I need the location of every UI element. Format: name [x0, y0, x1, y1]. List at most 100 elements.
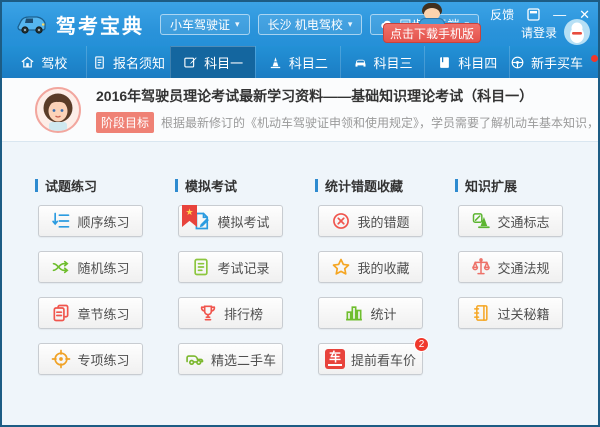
button-label: 专项练习: [77, 352, 130, 368]
star-outline-icon: [333, 258, 350, 275]
section-title: 知识扩展: [465, 179, 518, 194]
notification-count-badge: 2: [414, 337, 429, 352]
feedback-link[interactable]: 反馈: [490, 6, 514, 23]
book-icon: [440, 56, 450, 68]
section-title: 模拟考试: [185, 179, 238, 194]
teacher-avatar: [35, 86, 81, 133]
ordered-list-icon: [52, 212, 70, 228]
steering-wheel-icon: [511, 56, 524, 68]
section-accent-bar: [315, 179, 318, 192]
tab-label: 科目四: [458, 55, 498, 71]
mock-exam-button[interactable]: ★ 模拟考试: [178, 205, 283, 237]
car-icon: [355, 59, 366, 67]
chevron-down-icon: ▾: [347, 18, 353, 29]
target-icon: [52, 349, 71, 369]
button-label: 统计: [370, 306, 397, 322]
tab-label: 新手买车: [531, 55, 584, 71]
my-favorites-button[interactable]: 我的收藏: [318, 251, 423, 283]
document-icon: [95, 55, 104, 69]
button-label: 考试记录: [217, 260, 270, 276]
car-price-icon: 车: [324, 349, 345, 369]
traffic-signs-button[interactable]: 交通标志: [458, 205, 563, 237]
home-icon: [21, 56, 34, 67]
section-knowledge: 知识扩展 交通标志 交通法规 过关秘籍: [455, 176, 563, 425]
traffic-cone-icon: [270, 56, 281, 68]
section-stats-favorites: 统计错题收藏 我的错题 我的收藏 统计 2 车 提前看车价: [315, 176, 429, 425]
tab-xinshou-maiche[interactable]: 新手买车: [509, 46, 598, 78]
traffic-sign-icon: [473, 213, 491, 229]
license-type-dropdown[interactable]: 小车驾驶证 ▾: [160, 13, 250, 35]
tab-kemu4[interactable]: 科目四: [424, 46, 509, 78]
secret-book-icon: [474, 305, 489, 321]
record-doc-icon: [194, 258, 209, 276]
login-area: 请登录: [521, 19, 590, 45]
qq-penguin-avatar[interactable]: [564, 19, 590, 45]
tab-kemu3[interactable]: 科目三: [339, 46, 425, 78]
copy-pages-icon: [53, 304, 69, 322]
my-mistakes-button[interactable]: 我的错题: [318, 205, 423, 237]
section-title: 统计错题收藏: [325, 179, 404, 194]
scales-icon: [472, 258, 491, 275]
button-label: 排行榜: [223, 306, 263, 322]
edit-icon: [184, 56, 197, 67]
ordered-practice-button[interactable]: 顺序练习: [38, 205, 143, 237]
bar-chart-icon: [346, 306, 363, 321]
chevron-down-icon: ▾: [235, 18, 240, 29]
trophy-icon: [200, 305, 216, 321]
school-dropdown[interactable]: 长沙 机电驾校 ▾: [257, 13, 363, 35]
download-mobile-button[interactable]: 点击下载手机版: [383, 23, 481, 43]
button-label: 精选二手车: [210, 352, 276, 368]
special-practice-button[interactable]: 专项练习: [38, 343, 143, 375]
download-promo: 点击下载手机版: [383, 2, 481, 46]
tab-kemu1-active[interactable]: 科目一: [170, 46, 256, 78]
banner-title: 2016年驾驶员理论考试最新学习资料——基础知识理论考试（科目一）: [96, 88, 534, 104]
button-label: 随机练习: [77, 260, 130, 276]
circle-x-icon: [333, 213, 350, 229]
app-logo-car-icon: [17, 16, 46, 34]
banner-description: 根据最新修订的《机动车驾驶证申领和使用规定》，学员需要了解机动车基本知识，掌握道…: [161, 116, 600, 130]
button-label: 我的错题: [357, 214, 410, 230]
notification-red-dot: [591, 54, 598, 62]
section-mock-exam: 模拟考试 ★ 模拟考试 考试记录 排行榜 精选二手车: [175, 176, 283, 425]
tab-baoming-xuzhi[interactable]: 报名须知: [85, 46, 171, 78]
tab-label: 报名须知: [113, 55, 166, 71]
tab-label: 科目二: [288, 55, 328, 71]
button-label: 过关秘籍: [497, 306, 550, 322]
course-banner: 2016年驾驶员理论考试最新学习资料——基础知识理论考试（科目一） 阶段目标 根…: [2, 78, 598, 142]
section-practice: 试题练习 顺序练习 随机练习 章节练习 专项练习: [35, 176, 143, 425]
chapter-practice-button[interactable]: 章节练习: [38, 297, 143, 329]
tab-jiaxiao[interactable]: 驾校: [2, 46, 86, 78]
tab-label: 科目三: [373, 55, 413, 71]
random-practice-button[interactable]: 随机练习: [38, 251, 143, 283]
section-title: 试题练习: [45, 179, 98, 194]
main-nav: 驾校 报名须知 科目一 科目二 科目三 科目四 新手买车: [2, 46, 598, 78]
used-cars-button[interactable]: 精选二手车: [178, 343, 283, 375]
section-accent-bar: [35, 179, 38, 192]
button-label: 章节练习: [77, 306, 130, 322]
app-window: 驾考宝典 小车驾驶证 ▾ 长沙 机电驾校 ▾ 同步到云端 ▾: [0, 0, 600, 427]
button-label: 我的收藏: [357, 260, 410, 276]
tab-kemu2[interactable]: 科目二: [255, 46, 340, 78]
button-label: 模拟考试: [217, 214, 270, 230]
leaderboard-button[interactable]: 排行榜: [178, 297, 283, 329]
school-label: 长沙 机电驾校: [267, 17, 343, 32]
tab-label: 科目一: [204, 55, 244, 71]
license-type-label: 小车驾驶证: [170, 17, 231, 32]
button-label: 交通法规: [497, 260, 550, 276]
traffic-laws-button[interactable]: 交通法规: [458, 251, 563, 283]
boy-mascot-avatar: [415, 3, 449, 24]
section-accent-bar: [175, 179, 178, 192]
car-prices-button[interactable]: 2 车 提前看车价: [318, 337, 429, 375]
button-label: 顺序练习: [77, 214, 130, 230]
shuffle-icon: [53, 260, 70, 274]
login-link[interactable]: 请登录: [521, 24, 557, 41]
button-label: 交通标志: [497, 214, 550, 230]
section-accent-bar: [455, 179, 458, 192]
tab-label: 驾校: [41, 55, 68, 71]
featured-ribbon-star-icon: ★: [182, 205, 197, 227]
feature-grid: 试题练习 顺序练习 随机练习 章节练习 专项练习 模拟考试 ★ 模拟考试 考试记…: [2, 142, 598, 425]
exam-record-button[interactable]: 考试记录: [178, 251, 283, 283]
statistics-button[interactable]: 统计: [318, 297, 423, 329]
title-bar: 驾考宝典 小车驾驶证 ▾ 长沙 机电驾校 ▾ 同步到云端 ▾: [2, 2, 598, 46]
exam-secrets-button[interactable]: 过关秘籍: [458, 297, 563, 329]
